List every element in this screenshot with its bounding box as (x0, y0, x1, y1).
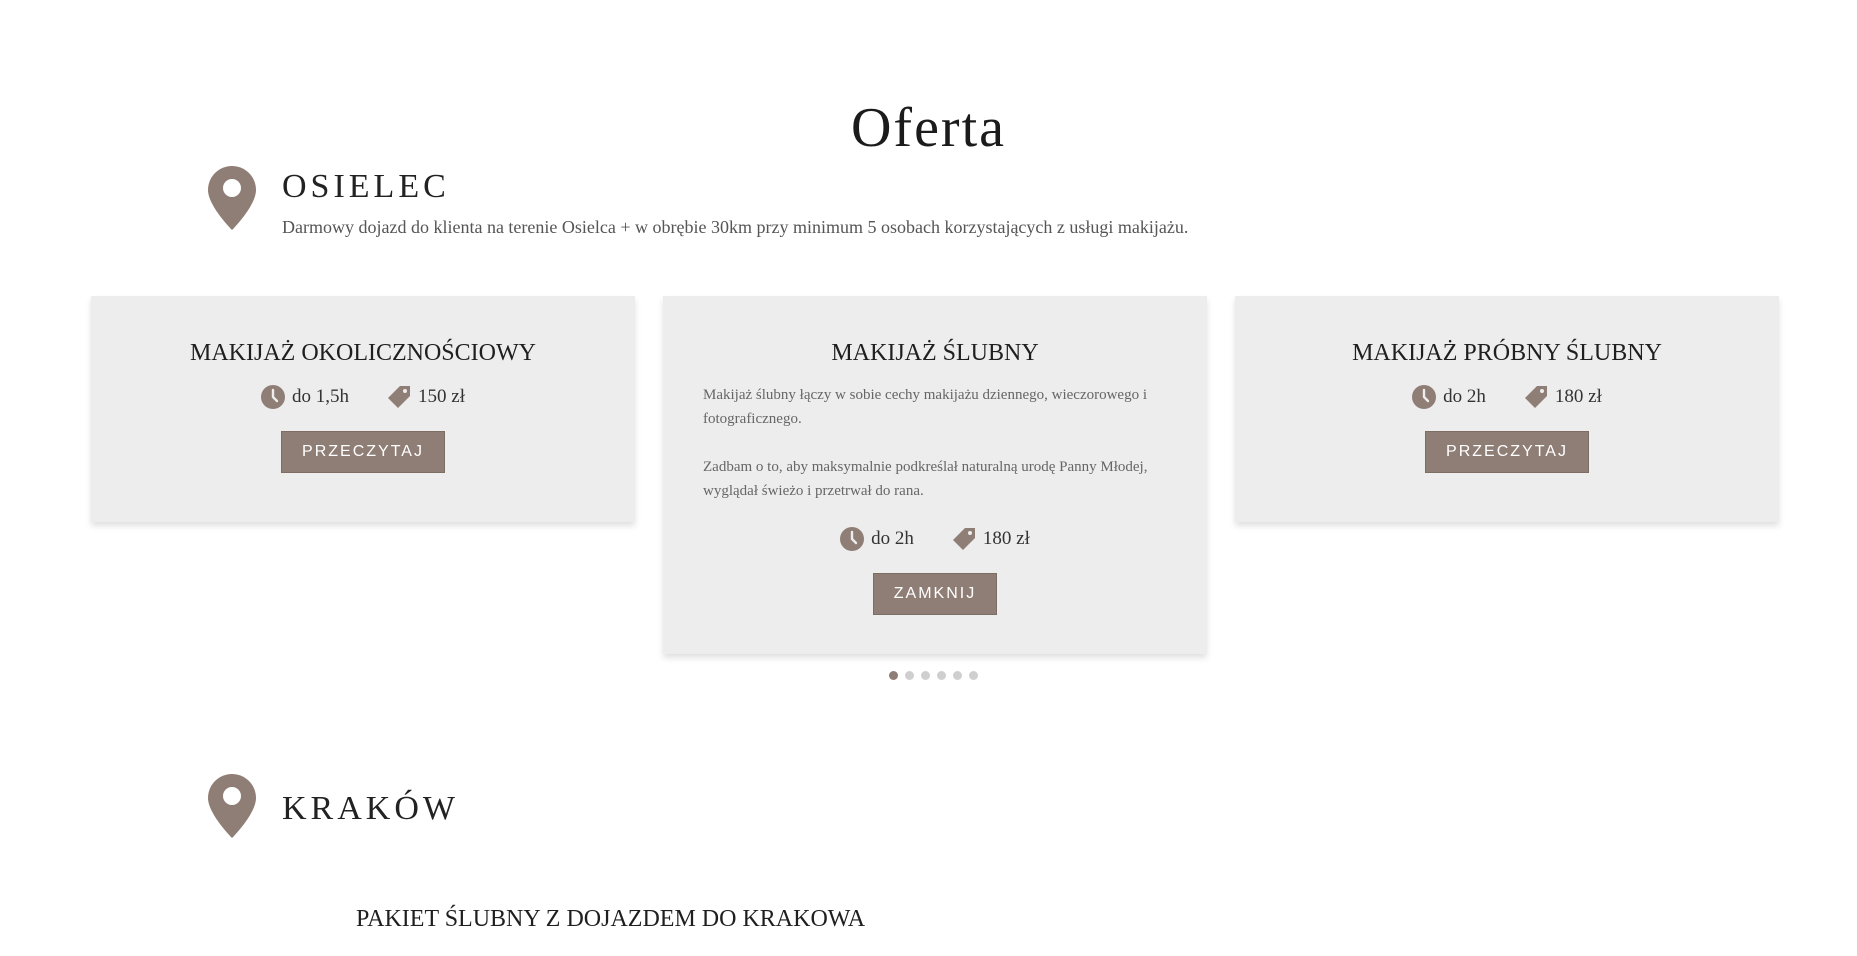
offer-card-slubny: MAKIJAŻ ŚLUBNY Makijaż ślubny łączy w so… (663, 296, 1207, 654)
map-pin-icon (208, 774, 256, 838)
map-pin-icon (208, 166, 256, 230)
carousel-dot[interactable] (969, 671, 978, 680)
description-paragraph: Zadbam o to, aby maksymalnie podkreślał … (703, 459, 1148, 499)
description-paragraph: Makijaż ślubny łączy w sobie cechy makij… (703, 387, 1148, 427)
card-title: MAKIJAŻ ŚLUBNY (831, 340, 1039, 366)
offer-card-probny-slubny: MAKIJAŻ PRÓBNY ŚLUBNY do 2h 180 zł PRZEC… (1235, 296, 1779, 522)
location-krakow: KRAKÓW (208, 774, 459, 838)
location-osielec: OSIELEC Darmowy dojazd do klienta na ter… (208, 166, 1188, 238)
read-more-button[interactable]: PRZECZYTAJ (281, 431, 445, 473)
carousel-pagination (889, 671, 978, 680)
price-value: 150 zł (418, 386, 465, 407)
carousel-dot[interactable] (953, 671, 962, 680)
price-tag-icon (388, 386, 411, 408)
read-more-button[interactable]: PRZECZYTAJ (1425, 431, 1589, 473)
clock-icon (1412, 385, 1437, 409)
duration: do 2h (1412, 385, 1486, 409)
price: 150 zł (387, 385, 465, 409)
card-title: MAKIJAŻ PRÓBNY ŚLUBNY (1352, 340, 1662, 366)
price-value: 180 zł (982, 528, 1030, 549)
duration: do 2h (840, 527, 914, 551)
location-name: OSIELEC (282, 168, 450, 205)
price-tag-icon (952, 528, 975, 550)
card-meta: do 2h 180 zł (663, 527, 1207, 551)
location-name: KRAKÓW (282, 790, 459, 827)
card-meta: do 1,5h 150 zł (91, 385, 635, 409)
price-tag-icon (1524, 386, 1547, 408)
duration: do 1,5h (261, 385, 349, 409)
offer-card-okolicznosciowy: MAKIJAŻ OKOLICZNOŚCIOWY do 1,5h 150 zł P… (91, 296, 635, 522)
carousel-dot[interactable] (937, 671, 946, 680)
price: 180 zł (1524, 385, 1602, 409)
carousel-dot[interactable] (921, 671, 930, 680)
price: 180 zł (952, 527, 1030, 551)
carousel-dot[interactable] (905, 671, 914, 680)
card-title: MAKIJAŻ OKOLICZNOŚCIOWY (190, 340, 536, 366)
location-description: Darmowy dojazd do klienta na terenie Osi… (282, 217, 1189, 237)
page-title: Oferta (850, 96, 1006, 159)
card-description: Makijaż ślubny łączy w sobie cechy makij… (703, 383, 1167, 503)
duration-value: do 1,5h (292, 386, 350, 407)
duration-value: do 2h (1443, 386, 1486, 407)
carousel-dot[interactable] (889, 671, 898, 680)
price-value: 180 zł (1554, 386, 1602, 407)
close-button[interactable]: ZAMKNIJ (872, 573, 998, 615)
card-meta: do 2h 180 zł (1235, 385, 1779, 409)
clock-icon (261, 385, 286, 409)
clock-icon (840, 527, 865, 551)
package-title: PAKIET ŚLUBNY Z DOJAZDEM DO KRAKOWA (356, 906, 866, 932)
duration-value: do 2h (871, 528, 914, 549)
